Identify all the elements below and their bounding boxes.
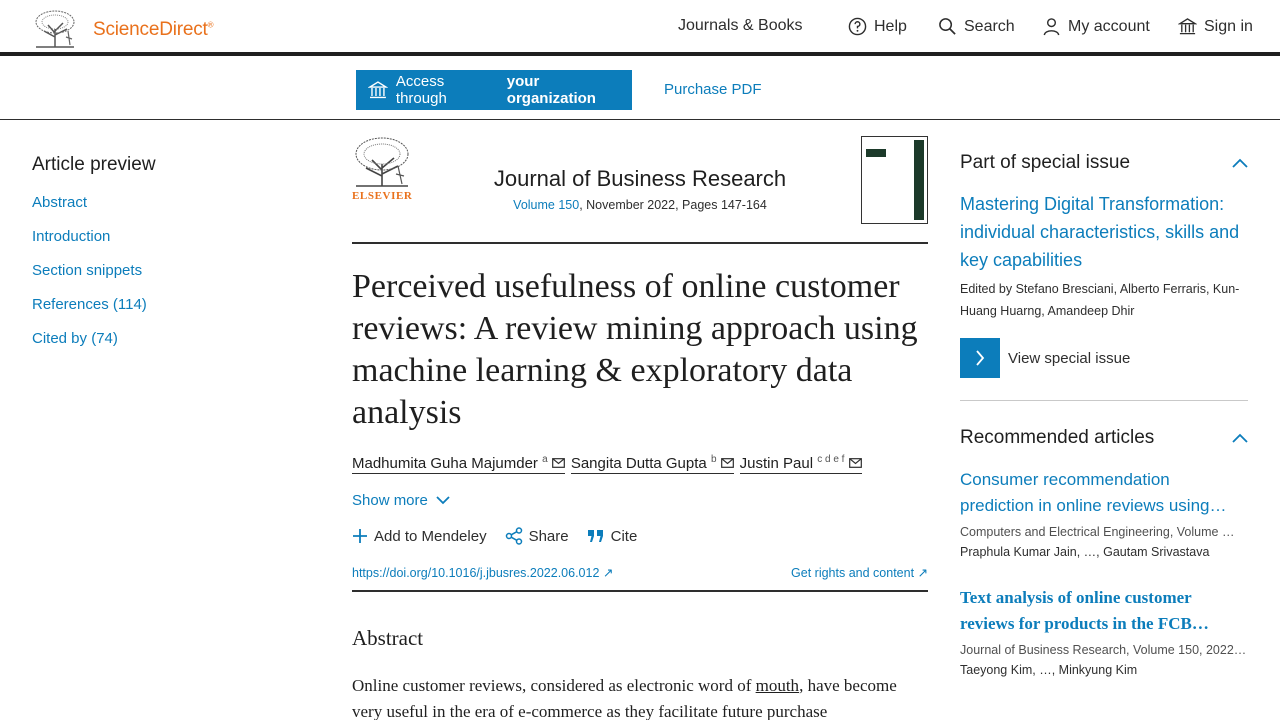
purchase-pdf-link[interactable]: Purchase PDF xyxy=(664,81,762,98)
institution-icon xyxy=(368,81,388,99)
journals-books-link[interactable]: Journals & Books xyxy=(678,17,803,35)
share-label: Share xyxy=(528,527,569,545)
help-label: Help xyxy=(874,17,907,35)
view-special-issue-label: View special issue xyxy=(1008,349,1131,367)
issue-info: , November 2022, Pages 147-164 xyxy=(579,198,767,212)
elsevier-tree-logo[interactable] xyxy=(32,9,78,49)
journals-books-label: Journals & Books xyxy=(678,17,803,34)
cite-button[interactable]: Cite xyxy=(587,527,638,545)
recommended-article-title[interactable]: Text analysis of online customer reviews… xyxy=(960,585,1248,637)
share-icon xyxy=(505,527,522,545)
volume-link[interactable]: Volume 150 xyxy=(513,198,579,212)
access-button-bold: your organization xyxy=(506,73,596,107)
abstract-text: Online customer reviews, considered as e… xyxy=(352,673,928,720)
brand-name[interactable]: ScienceDirect® xyxy=(93,19,214,41)
nav-section-snippets[interactable]: Section snippets xyxy=(32,262,272,279)
article-actions: Add to Mendeley Share Cite xyxy=(352,527,928,545)
sign-in-label: Sign in xyxy=(1204,17,1253,35)
cover-block xyxy=(866,149,886,157)
nav-references[interactable]: References (114) xyxy=(32,296,272,313)
nav-abstract[interactable]: Abstract xyxy=(32,194,272,211)
recommended-article: Text analysis of online customer reviews… xyxy=(960,585,1248,677)
special-issue-header: Part of special issue xyxy=(960,152,1248,174)
plus-icon xyxy=(353,529,367,543)
article-title: Perceived usefulness of online customer … xyxy=(352,268,918,431)
help-link[interactable]: Help xyxy=(848,17,907,36)
cover-band xyxy=(914,140,924,220)
recommended-article-source: Journal of Business Research, Volume 150… xyxy=(960,643,1247,657)
special-issue-editors: Edited by Stefano Bresciani, Alberto Fer… xyxy=(960,282,1240,318)
brand-registered: ® xyxy=(207,20,214,30)
author-list: Madhumita Guha Majumder a Sangita Dutta … xyxy=(352,454,928,474)
nav-introduction[interactable]: Introduction xyxy=(32,228,272,245)
journal-title[interactable]: Journal of Business Research xyxy=(352,166,928,192)
access-button-prefix: Access through xyxy=(395,73,447,107)
email-icon xyxy=(720,458,734,468)
special-issue-title[interactable]: Mastering Digital Transformation: indivi… xyxy=(960,190,1248,274)
recommended-article-title[interactable]: Consumer recommendation prediction in on… xyxy=(960,467,1248,519)
user-icon xyxy=(1043,18,1060,36)
show-more-label: Show more xyxy=(352,492,428,509)
recommended-article-authors: Praphula Kumar Jain, …, Gautam Srivastav… xyxy=(960,545,1210,559)
my-account-link[interactable]: My account xyxy=(1042,17,1150,36)
author-link[interactable]: Madhumita Guha Majumder a xyxy=(352,454,565,474)
chevron-up-icon[interactable] xyxy=(1232,158,1248,168)
author-name: Madhumita Guha Majumder xyxy=(352,455,538,472)
nav-cited-by[interactable]: Cited by (74) xyxy=(32,330,272,347)
search-icon xyxy=(939,18,956,35)
add-to-mendeley-button[interactable]: Add to Mendeley xyxy=(352,527,487,545)
get-rights-link[interactable]: Get rights and content ↗ xyxy=(791,565,928,580)
chevron-down-icon xyxy=(436,496,450,505)
access-bar: Access through your organization Purchas… xyxy=(0,60,1280,120)
author-affiliation: c d e f xyxy=(817,454,845,465)
chevron-up-icon[interactable] xyxy=(1232,433,1248,443)
author-link[interactable]: Justin Paul c d e f xyxy=(739,454,862,474)
top-header: ScienceDirect® Journals & Books Help Sea… xyxy=(0,0,1280,56)
recommended-header: Recommended articles xyxy=(960,427,1248,449)
access-through-organization-button[interactable]: Access through your organization xyxy=(356,70,632,110)
article-main: ELSEVIER Journal of Business Research Vo… xyxy=(352,136,928,720)
journal-meta: Volume 150, November 2022, Pages 147-164 xyxy=(352,198,928,212)
cite-label: Cite xyxy=(610,527,638,545)
chevron-right-icon xyxy=(976,350,985,366)
author-link[interactable]: Sangita Dutta Gupta b xyxy=(570,454,734,474)
mendeley-label: Add to Mendeley xyxy=(374,527,487,545)
journal-cover-image[interactable] xyxy=(861,136,928,224)
doi-link[interactable]: https://doi.org/10.1016/j.jbusres.2022.0… xyxy=(352,565,613,580)
recommended-article-authors: Taeyong Kim, …, Minkyung Kim xyxy=(960,663,1138,677)
sidebar-divider xyxy=(960,400,1248,401)
quote-icon xyxy=(587,530,603,542)
sign-in-link[interactable]: Sign in xyxy=(1178,17,1253,36)
email-icon xyxy=(848,458,862,468)
author-affiliation: b xyxy=(710,454,717,465)
right-sidebar: Part of special issue Mastering Digital … xyxy=(960,152,1248,677)
search-label: Search xyxy=(964,17,1015,35)
my-account-label: My account xyxy=(1068,17,1150,35)
abstract-text-start: Online customer reviews, considered as e… xyxy=(352,676,756,695)
mouth-link[interactable]: mouth xyxy=(756,676,799,695)
view-special-issue-button[interactable]: View special issue xyxy=(960,338,1248,378)
article-preview-nav: Article preview Abstract Introduction Se… xyxy=(32,154,272,364)
doi-rights-row: https://doi.org/10.1016/j.jbusres.2022.0… xyxy=(352,565,928,592)
recommended-heading: Recommended articles xyxy=(960,427,1155,448)
special-issue-heading: Part of special issue xyxy=(960,152,1131,173)
search-link[interactable]: Search xyxy=(938,17,1015,36)
show-more-button[interactable]: Show more xyxy=(352,492,928,509)
article-preview-heading: Article preview xyxy=(32,154,156,175)
brand-text: ScienceDirect xyxy=(93,19,208,40)
author-name: Sangita Dutta Gupta xyxy=(570,455,707,472)
recommended-article-source: Computers and Electrical Engineering, Vo… xyxy=(960,525,1235,539)
view-special-issue-box xyxy=(960,338,1000,378)
journal-header: ELSEVIER Journal of Business Research Vo… xyxy=(352,136,928,244)
author-affiliation: a xyxy=(542,454,548,465)
author-name: Justin Paul xyxy=(739,455,814,472)
email-icon xyxy=(551,458,565,468)
abstract-heading: Abstract xyxy=(352,626,424,650)
share-button[interactable]: Share xyxy=(505,527,569,545)
institution-icon xyxy=(1178,18,1197,35)
help-circle-icon xyxy=(848,17,867,36)
recommended-article: Consumer recommendation prediction in on… xyxy=(960,467,1248,559)
